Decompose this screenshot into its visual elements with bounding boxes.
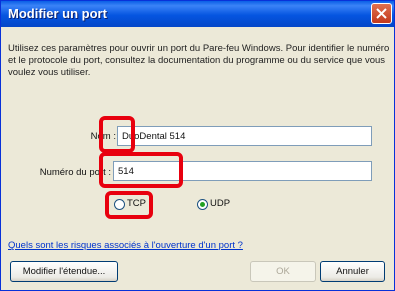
close-icon <box>376 8 387 19</box>
dialog-description: Utilisez ces paramètres pour ouvrir un p… <box>8 43 390 78</box>
close-button[interactable] <box>371 3 392 24</box>
title-bar: Modifier un port <box>1 1 394 27</box>
ok-button[interactable]: OK <box>250 261 316 282</box>
change-scope-button[interactable]: Modifier l'étendue... <box>10 261 118 282</box>
udp-radio[interactable] <box>197 199 208 210</box>
udp-label[interactable]: UDP <box>210 198 230 209</box>
port-number-label: Numéro du port : <box>39 167 111 178</box>
risk-help-link[interactable]: Quels sont les risques associés à l'ouve… <box>8 240 243 251</box>
name-field[interactable]: DuoDental 514 <box>117 126 372 146</box>
dialog-title: Modifier un port <box>8 6 107 21</box>
modify-port-dialog: Modifier un port Utilisez ces paramètres… <box>0 0 395 291</box>
highlight-name <box>99 116 135 153</box>
cancel-button[interactable]: Annuler <box>320 261 385 282</box>
udp-radio-dot <box>200 202 205 207</box>
highlight-tcp <box>105 191 153 219</box>
highlight-port <box>99 152 183 188</box>
